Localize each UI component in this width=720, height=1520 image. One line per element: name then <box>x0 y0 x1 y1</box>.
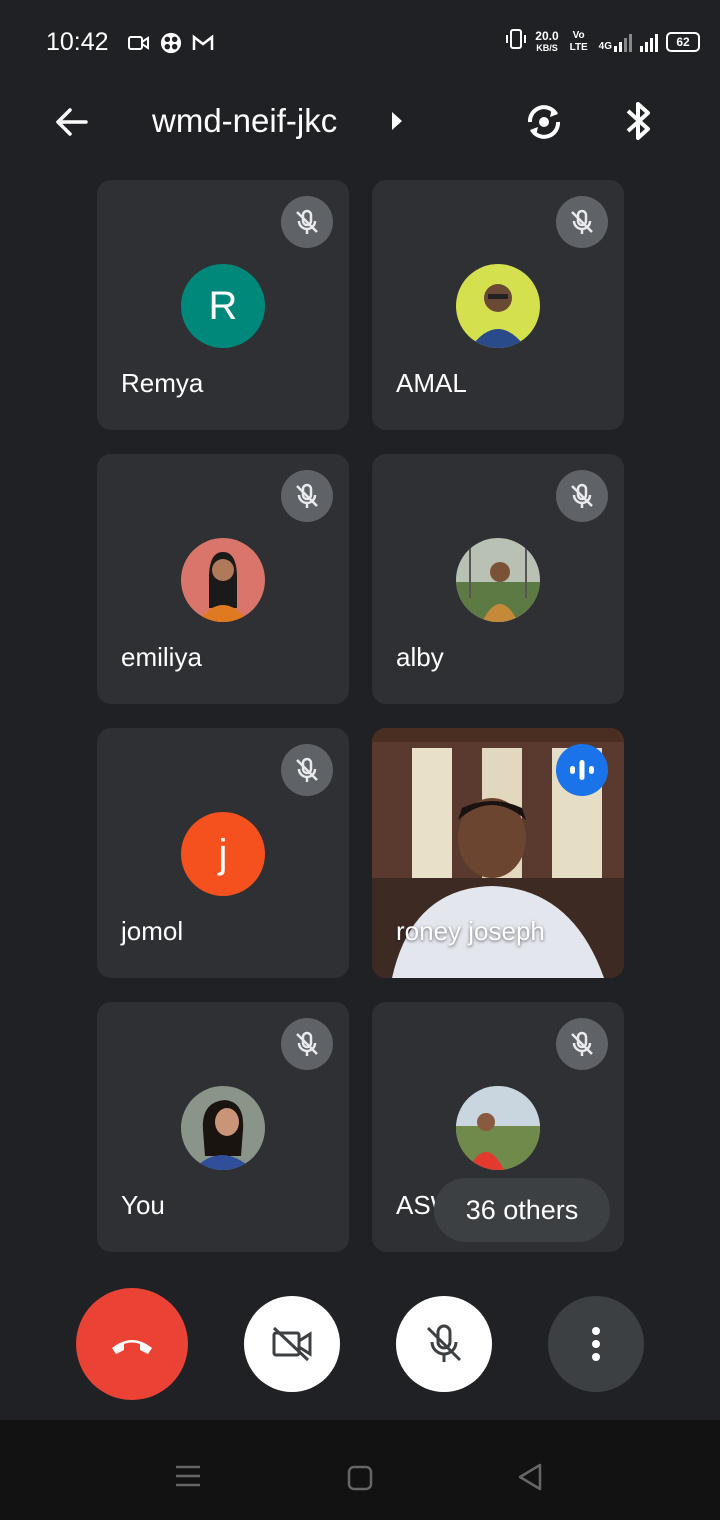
network-speed: 20.0 KB/S <box>535 28 559 53</box>
back-nav-icon[interactable] <box>516 1462 544 1497</box>
gmail-icon <box>192 32 214 54</box>
participant-tile[interactable]: R Remya <box>97 180 349 430</box>
participant-tile[interactable]: emiliya <box>97 454 349 704</box>
muted-mic-icon <box>556 196 608 248</box>
hang-up-icon <box>112 1340 152 1354</box>
avatar: j <box>181 812 265 896</box>
notification-icons <box>128 32 214 54</box>
self-tile[interactable]: You <box>97 1002 349 1252</box>
other-participants-button[interactable]: 36 others <box>434 1178 610 1242</box>
signal-4g-icon: 4G <box>599 32 632 52</box>
back-arrow-icon[interactable] <box>52 102 92 142</box>
participant-name: You <box>121 1190 165 1220</box>
participant-name: jomol <box>121 916 184 946</box>
muted-mic-icon <box>556 1018 608 1070</box>
avatar <box>181 538 265 622</box>
participant-name: AMAL <box>396 368 467 398</box>
speaking-indicator-icon <box>556 744 608 796</box>
muted-mic-icon <box>556 470 608 522</box>
camera-off-icon <box>272 1326 312 1362</box>
mic-toggle-button[interactable] <box>396 1296 492 1392</box>
app-notification-icon <box>160 32 182 54</box>
battery-icon: 62 <box>666 31 700 52</box>
vibrate-icon <box>505 28 527 55</box>
avatar <box>181 1086 265 1170</box>
avatar: R <box>181 264 265 348</box>
switch-camera-icon[interactable] <box>522 100 566 149</box>
avatar <box>456 538 540 622</box>
muted-mic-icon <box>281 744 333 796</box>
avatar <box>456 264 540 348</box>
system-indicators: 20.0 KB/S Vo LTE 4G 62 <box>505 28 700 55</box>
participant-name: alby <box>396 642 444 672</box>
participant-tile[interactable]: AMAL <box>372 180 624 430</box>
meeting-code[interactable]: wmd-neif-jkc <box>152 102 337 140</box>
status-bar: 10:42 20.0 KB/S Vo LTE 4G 62 <box>0 0 720 88</box>
participant-name: Remya <box>121 368 204 398</box>
volte-indicator: Vo LTE <box>569 29 588 53</box>
meeting-details-caret-icon[interactable] <box>390 110 404 137</box>
signal-icon <box>640 32 658 52</box>
system-navigation-bar <box>0 1420 720 1520</box>
camera-toggle-button[interactable] <box>244 1296 340 1392</box>
video-notification-icon <box>128 32 150 54</box>
more-vert-icon <box>592 1327 600 1361</box>
participant-name: roney joseph <box>396 916 545 946</box>
participant-tile[interactable]: j jomol <box>97 728 349 978</box>
end-call-button[interactable] <box>76 1288 188 1400</box>
recents-icon[interactable] <box>174 1464 202 1493</box>
muted-mic-icon <box>281 470 333 522</box>
participant-name: emiliya <box>121 642 202 672</box>
participant-video-tile[interactable]: roney joseph <box>372 728 624 978</box>
avatar <box>456 1086 540 1170</box>
muted-mic-icon <box>281 196 333 248</box>
more-options-button[interactable] <box>548 1296 644 1392</box>
home-icon[interactable] <box>346 1464 374 1497</box>
mic-off-icon <box>426 1324 462 1362</box>
participant-tile[interactable]: alby <box>372 454 624 704</box>
bluetooth-audio-icon[interactable] <box>620 98 656 149</box>
clock: 10:42 <box>46 28 109 56</box>
meeting-top-bar: wmd-neif-jkc <box>0 88 720 154</box>
muted-mic-icon <box>281 1018 333 1070</box>
